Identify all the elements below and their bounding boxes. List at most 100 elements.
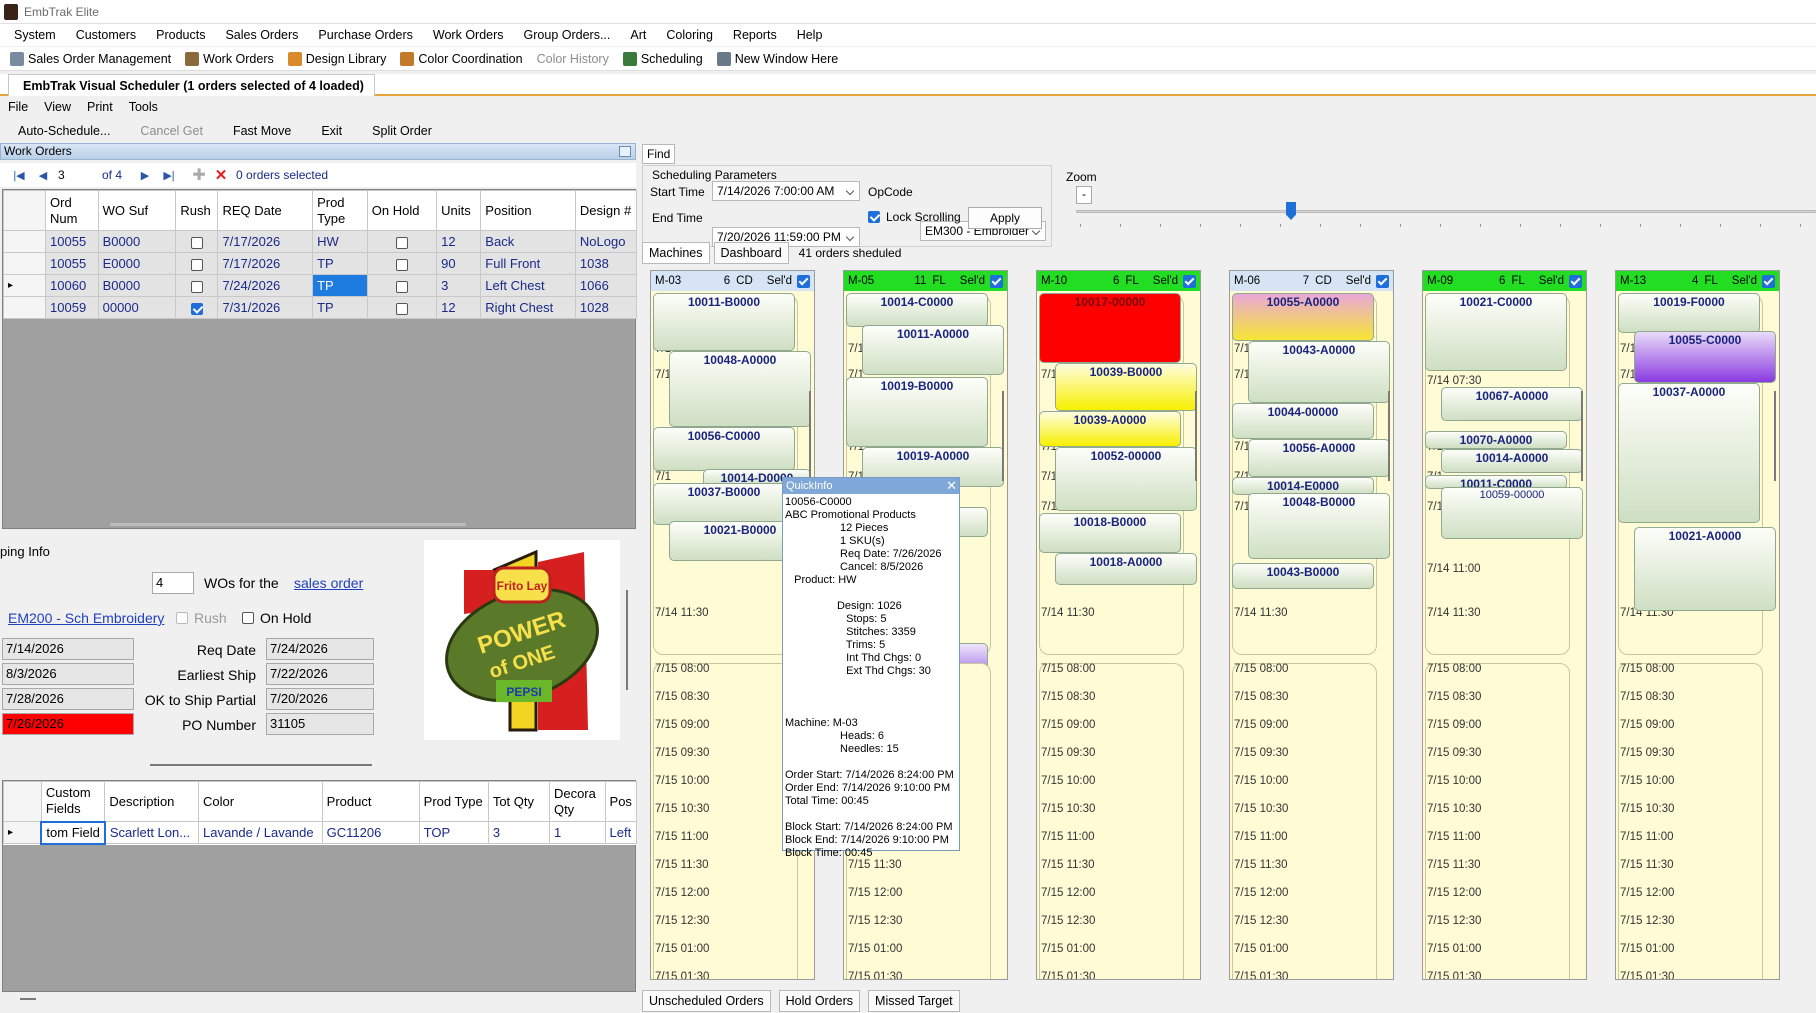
on-hold-checkbox[interactable]: On Hold <box>242 610 311 626</box>
cell-suf[interactable]: E0000 <box>97 252 177 275</box>
cell-rush[interactable] <box>175 230 219 253</box>
order-block[interactable]: 10052-00000 <box>1055 447 1197 511</box>
record-position-input[interactable] <box>58 167 102 183</box>
sales-order-link[interactable]: sales order <box>294 575 363 591</box>
order-block[interactable]: 10039-A0000 <box>1039 411 1181 447</box>
cell-units[interactable]: 12 <box>436 230 482 253</box>
toolbar-scheduling[interactable]: Scheduling <box>619 51 707 66</box>
cell-pos[interactable]: Left <box>604 821 638 844</box>
cell-pos[interactable]: Left Chest <box>480 274 576 297</box>
auto-schedule-button[interactable]: Auto-Schedule... <box>18 120 110 142</box>
find-button[interactable]: Find <box>642 144 676 164</box>
hold-checkbox[interactable] <box>395 280 408 293</box>
cell-rush[interactable] <box>175 296 219 319</box>
cell-units[interactable]: 3 <box>436 274 482 297</box>
tab-missed-target[interactable]: Missed Target <box>868 990 960 1012</box>
order-block[interactable]: 10048-A0000 <box>669 351 811 427</box>
menu-reports[interactable]: Reports <box>723 24 787 46</box>
hold-checkbox[interactable] <box>395 258 408 271</box>
first-record-icon[interactable]: |◀ <box>10 166 28 184</box>
column-pos[interactable]: Pos <box>604 781 638 822</box>
column-design[interactable]: Design # <box>574 190 638 231</box>
cell-suf[interactable]: B0000 <box>97 230 177 253</box>
table-row[interactable]: ▸ 10060 B0000 7/24/2026 TP 3 Left Chest 1066 <box>2 274 638 297</box>
menu-coloring[interactable]: Coloring <box>656 24 723 46</box>
zoom-slider-thumb[interactable] <box>1286 202 1296 220</box>
cell-design[interactable]: 1028 <box>574 296 638 319</box>
machine-select-checkbox[interactable] <box>1376 275 1389 288</box>
pin-icon[interactable] <box>619 146 631 157</box>
close-icon[interactable]: ✕ <box>946 478 957 494</box>
order-block[interactable]: 10018-A0000 <box>1055 553 1197 585</box>
cell-req[interactable]: 7/24/2026 <box>217 274 314 297</box>
rush-checkbox[interactable] <box>190 280 203 293</box>
order-block[interactable]: 10055-C0000 <box>1634 331 1776 383</box>
cell-pos[interactable]: Right Chest <box>480 296 576 319</box>
next-record-icon[interactable]: ▶ <box>136 166 154 184</box>
toolbar-sales-order-management[interactable]: Sales Order Management <box>6 51 175 66</box>
table-row[interactable]: 10055 B0000 7/17/2026 HW 12 Back NoLogo <box>2 230 638 253</box>
machine-link[interactable]: EM200 - Sch Embroidery <box>8 610 164 626</box>
zoom-slider-track[interactable] <box>1076 210 1816 213</box>
column-description[interactable]: Description <box>104 781 200 822</box>
last-record-icon[interactable]: ▶| <box>160 166 178 184</box>
row-indicator[interactable] <box>2 296 47 319</box>
cell-design[interactable]: NoLogo <box>574 230 638 253</box>
toolbar-new-window-here[interactable]: New Window Here <box>713 51 843 66</box>
column-tot-qty[interactable]: Tot Qty <box>487 781 550 822</box>
cell-design[interactable]: 1038 <box>574 252 638 275</box>
column-product[interactable]: Product <box>321 781 420 822</box>
order-block[interactable]: 10021-C0000 <box>1425 293 1567 371</box>
order-block[interactable]: 10011-B0000 <box>653 293 795 351</box>
cell-design[interactable]: 1066 <box>574 274 638 297</box>
cell-ord[interactable]: 10055 <box>45 230 99 253</box>
vertical-scrollbar[interactable] <box>626 590 628 690</box>
cell-hold[interactable] <box>366 274 438 297</box>
order-block[interactable]: 10017-00000 <box>1039 293 1181 363</box>
order-block[interactable]: 10056-A0000 <box>1248 439 1390 477</box>
column-wo-suf[interactable]: WO Suf <box>97 190 177 231</box>
rush-checkbox[interactable] <box>190 302 203 315</box>
order-block[interactable]: 10059-00000 <box>1441 487 1583 539</box>
order-block[interactable]: 10019-B0000 <box>846 377 988 447</box>
menu-file[interactable]: File <box>0 97 36 117</box>
order-block[interactable]: 10014-A0000 <box>1441 449 1583 473</box>
hold-checkbox[interactable] <box>395 236 408 249</box>
menu-customers[interactable]: Customers <box>66 24 146 46</box>
cell-hold[interactable] <box>366 230 438 253</box>
tab-visual-scheduler[interactable]: EmbTrak Visual Scheduler (1 orders selec… <box>8 74 375 96</box>
cell-pos[interactable]: Full Front <box>480 252 576 275</box>
machine-scrollbar[interactable] <box>1581 391 1583 481</box>
cell-units[interactable]: 12 <box>436 296 482 319</box>
machine-select-checkbox[interactable] <box>1183 275 1196 288</box>
table-row[interactable]: ▸ tom Field Scarlett Lon... Lavande / Lavan… <box>3 820 638 845</box>
cell-custom[interactable]: tom Field <box>40 820 106 845</box>
order-block[interactable]: 10056-C0000 <box>653 427 795 471</box>
cell-rush[interactable] <box>175 274 219 297</box>
order-block[interactable]: 10014-C0000 <box>846 293 988 327</box>
cell-req[interactable]: 7/17/2026 <box>217 252 314 275</box>
cell-color[interactable]: Lavande / Lavande <box>198 821 323 844</box>
order-block[interactable]: 10018-B0000 <box>1039 513 1181 553</box>
hold-checkbox[interactable] <box>395 302 408 315</box>
zoom-out-button[interactable]: - <box>1076 186 1092 204</box>
machine-select-checkbox[interactable] <box>1762 275 1775 288</box>
cell-suf[interactable]: 00000 <box>97 296 177 319</box>
order-block[interactable]: 10070-A0000 <box>1425 431 1567 449</box>
order-block[interactable]: 10044-00000 <box>1232 403 1374 439</box>
column-ord-num[interactable]: Ord Num <box>45 190 99 231</box>
menu-tools[interactable]: Tools <box>121 97 166 117</box>
cell-desc[interactable]: Scarlett Lon... <box>104 821 200 844</box>
column-custom-fields[interactable]: Custom Fields <box>40 781 106 822</box>
machine-select-checkbox[interactable] <box>797 275 810 288</box>
toolbar-design-library[interactable]: Design Library <box>284 51 391 66</box>
menu-art[interactable]: Art <box>620 24 656 46</box>
cell-type[interactable]: TP <box>312 252 368 275</box>
menu-work-orders[interactable]: Work Orders <box>423 24 514 46</box>
cell-deco[interactable]: 1 <box>548 821 606 844</box>
cell-ord[interactable]: 10055 <box>45 252 99 275</box>
menu-system[interactable]: System <box>4 24 66 46</box>
order-block[interactable]: 10055-A0000 <box>1232 293 1374 341</box>
machine-select-checkbox[interactable] <box>990 275 1003 288</box>
machine-scrollbar[interactable] <box>1774 391 1776 481</box>
